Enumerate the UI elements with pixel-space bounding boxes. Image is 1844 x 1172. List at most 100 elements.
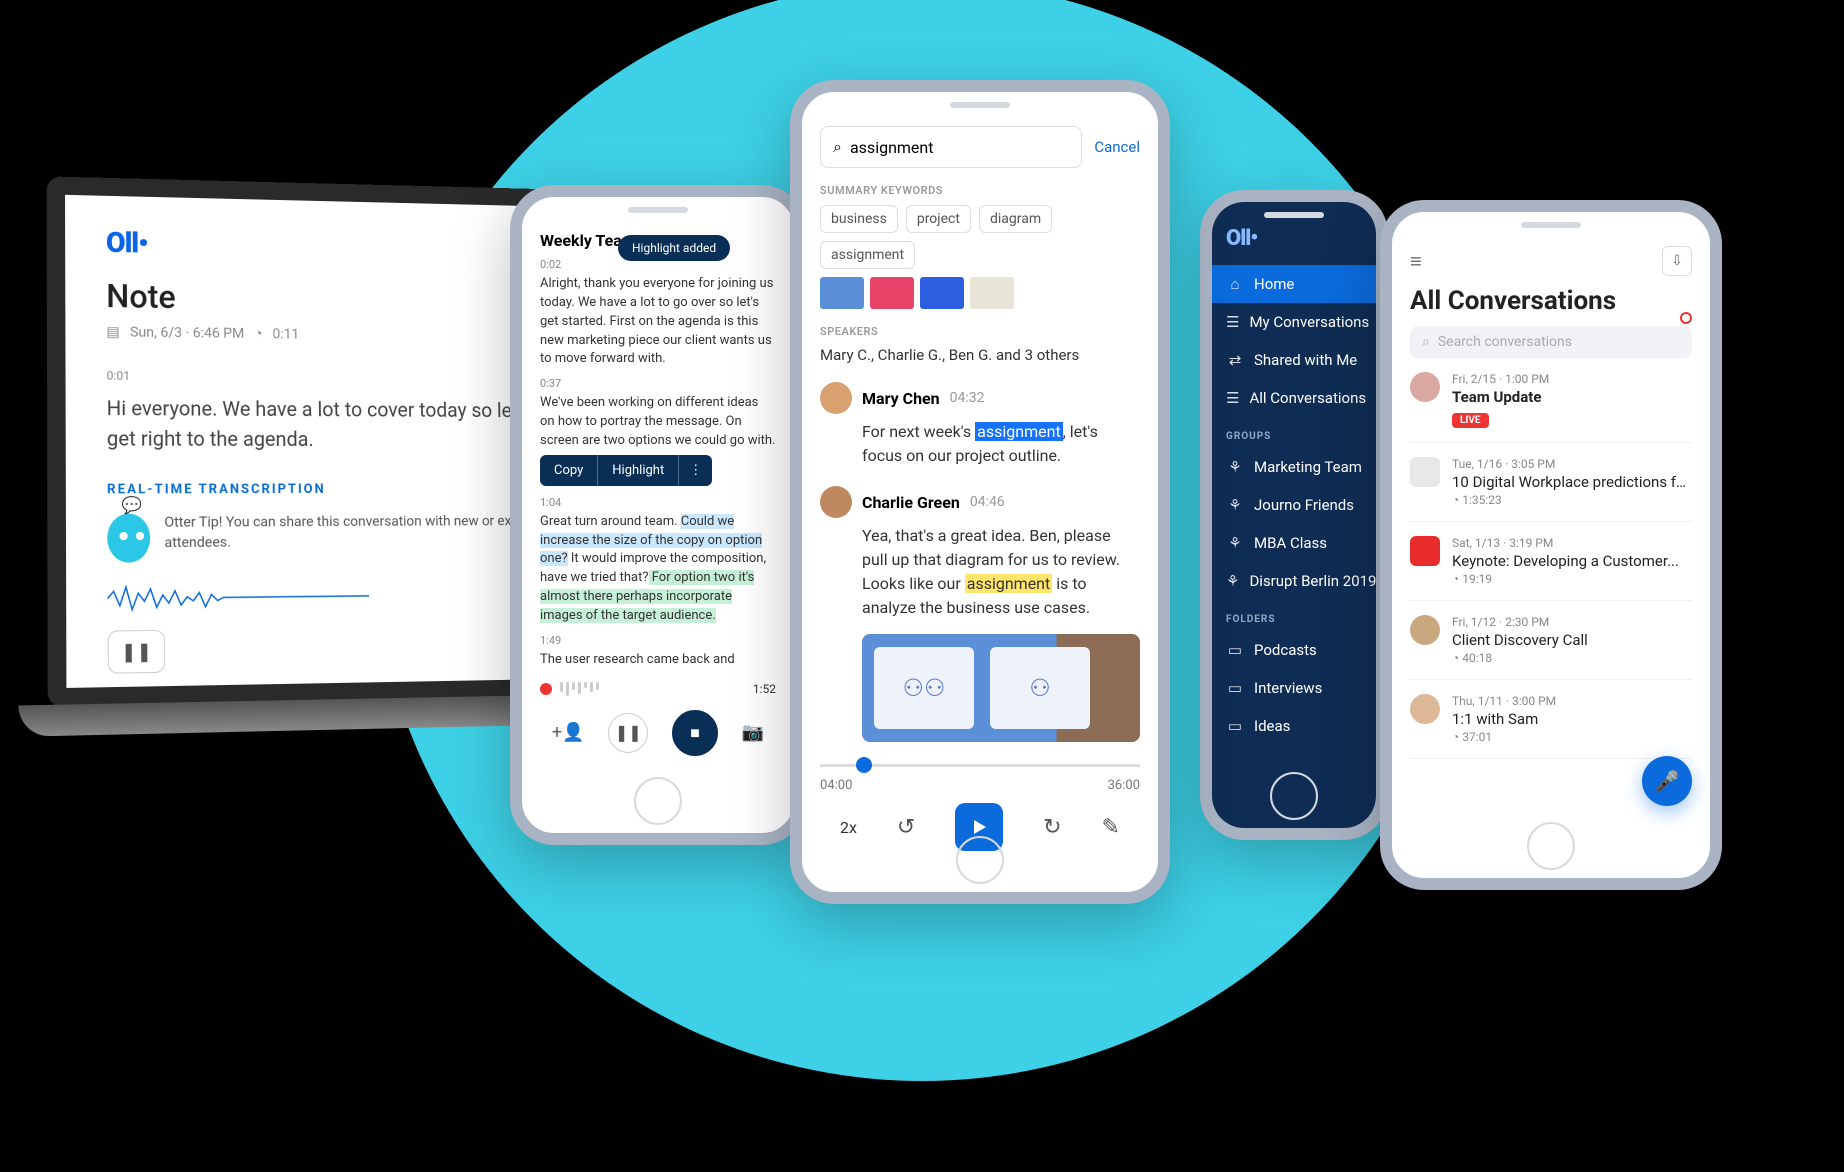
keyword-chip[interactable]: assignment <box>820 241 915 269</box>
thumbnail[interactable] <box>820 277 864 309</box>
conversation-item[interactable]: Tue, 1/16 · 3:05 PM10 Digital Workplace … <box>1410 443 1692 522</box>
menu-icon[interactable]: ≡ <box>1410 249 1422 274</box>
nav-icon: ⚘ <box>1226 458 1244 476</box>
message-body: For next week's assignment, let's focus … <box>862 420 1140 468</box>
nav-icon: ☰ <box>1226 313 1239 331</box>
highlight-tool-icon[interactable]: ✎ <box>1102 815 1120 840</box>
search-input[interactable] <box>850 138 1069 157</box>
speakers-list: Mary C., Charlie G., Ben G. and 3 others <box>820 346 1140 364</box>
app-logo: Oll• <box>1226 226 1376 251</box>
import-icon[interactable]: ⇩ <box>1662 246 1692 276</box>
transcript-segment[interactable]: Alright, thank you everyone for joining … <box>540 275 776 369</box>
thumbnail[interactable] <box>920 277 964 309</box>
thumbnail[interactable] <box>970 277 1014 309</box>
tip-text: Otter Tip! You can share this conversati… <box>164 512 555 553</box>
search-icon: ⌕ <box>1422 334 1430 350</box>
nav-label: All Conversations <box>1249 389 1366 407</box>
group-item[interactable]: ⚘Marketing Team <box>1212 448 1376 486</box>
group-item[interactable]: ⚘MBA Class <box>1212 524 1376 562</box>
keyword-chip[interactable]: business <box>820 205 898 233</box>
segment-timestamp: 0:37 <box>540 377 776 390</box>
keyword-chip[interactable]: diagram <box>979 205 1052 233</box>
keywords-label: SUMMARY KEYWORDS <box>820 184 1140 197</box>
app-logo: Oll• <box>106 226 550 267</box>
time-end: 36:00 <box>1108 778 1140 793</box>
nav-label: Interviews <box>1254 679 1322 697</box>
search-icon: ⌕ <box>833 137 842 157</box>
conversation-item[interactable]: Fri, 1/12 · 2:30 PM Client Discovery Call… <box>1410 601 1692 680</box>
camera-icon[interactable]: 📷 <box>742 722 764 743</box>
group-item[interactable]: ⚘Disrupt Berlin 2019 <box>1212 562 1376 600</box>
sidebar-item[interactable]: ☰ My Conversations <box>1212 303 1376 341</box>
otter-mascot-icon <box>107 514 150 563</box>
sidebar-item[interactable]: ⌂Home <box>1212 265 1376 303</box>
groups-label: GROUPS <box>1212 417 1376 448</box>
folder-item[interactable]: ▭Ideas <box>1212 707 1376 745</box>
nav-label: Podcasts <box>1254 641 1317 659</box>
nav-icon: ⚘ <box>1226 534 1244 552</box>
recording-row: 1:52 <box>540 682 776 696</box>
transcript-segment[interactable]: The user research came back and <box>540 651 776 670</box>
conversation-duration: ◔ 40:18 <box>1452 651 1692 665</box>
diagram-panel: ⚇⚇ <box>874 647 974 729</box>
conversation-item[interactable]: Sat, 1/13 · 3:19 PMKeynote: Developing a… <box>1410 522 1692 601</box>
conversation-meta: Fri, 1/12 · 2:30 PM <box>1452 615 1692 629</box>
note-duration: 0:11 <box>272 326 299 342</box>
playback-scrubber[interactable] <box>820 756 1140 776</box>
folder-item[interactable]: ▭ Interviews <box>1212 669 1376 707</box>
thumbnails <box>820 277 1140 309</box>
attached-image[interactable]: ⚇⚇ ⚇ <box>862 634 1140 742</box>
conversation-item[interactable]: Fri, 2/15 · 1:00 PMTeam UpdateLIVE <box>1410 358 1692 443</box>
cancel-button[interactable]: Cancel <box>1094 138 1140 156</box>
keyword-chip[interactable]: project <box>906 205 971 233</box>
stop-button[interactable]: ■ <box>672 710 718 756</box>
live-badge: LIVE <box>1452 413 1489 428</box>
pause-button[interactable]: ❚❚ <box>108 630 166 674</box>
conversation-duration: ◔ 1:35:23 <box>1452 493 1692 507</box>
message[interactable]: Mary Chen04:32For next week's assignment… <box>820 382 1140 468</box>
folder-item[interactable]: ▭Podcasts <box>1212 631 1376 669</box>
nav-label: Ideas <box>1254 717 1290 735</box>
thumbnail[interactable] <box>870 277 914 309</box>
transcript-segment[interactable]: We've been working on different ideas on… <box>540 394 776 451</box>
segment-timestamp: 1:49 <box>540 634 776 647</box>
speaker-name: Mary Chen <box>862 389 940 408</box>
phone-transcript: Weekly Team Sync Highlight added 0:02Alr… <box>510 185 806 845</box>
record-dot-icon <box>540 683 552 695</box>
conversation-meta: Tue, 1/16 · 3:05 PM <box>1452 457 1692 471</box>
note-title: Note <box>106 277 551 321</box>
group-item[interactable]: ⚘Journo Friends <box>1212 486 1376 524</box>
rewind-icon[interactable]: ↺ <box>897 815 915 840</box>
sidebar-item[interactable]: ⇄Shared with Me <box>1212 341 1376 379</box>
nav-label: My Conversations <box>1249 313 1369 331</box>
avatar <box>1410 536 1440 566</box>
realtime-label: REAL-TIME TRANSCRIPTION <box>107 482 555 498</box>
nav-icon: ▭ <box>1226 679 1244 697</box>
sidebar-item[interactable]: ☰All Conversations <box>1212 379 1376 417</box>
note-date: Sun, 6/3 · 6:46 PM <box>130 324 244 341</box>
transcript-segment[interactable]: Great turn around team. Could we increas… <box>540 513 776 626</box>
phone-search: ⌕ Cancel SUMMARY KEYWORDS business projec… <box>790 80 1170 904</box>
conversation-item[interactable]: Thu, 1/11 · 3:00 PM1:1 with Sam◔ 37:01 <box>1410 680 1692 759</box>
record-button[interactable]: 🎤 <box>1642 756 1692 806</box>
add-person-icon[interactable]: +👤 <box>552 722 585 743</box>
diagram-panel: ⚇ <box>990 647 1090 729</box>
tip-box: Otter Tip! You can share this conversati… <box>107 512 556 563</box>
volume-bars <box>560 682 599 696</box>
more-icon[interactable]: ⋮ <box>679 455 712 486</box>
avatar <box>820 486 852 518</box>
message[interactable]: Charlie Green04:46Yea, that's a great id… <box>820 486 1140 620</box>
highlight-button[interactable]: Highlight <box>598 455 679 486</box>
avatar <box>1410 372 1440 402</box>
conversation-title: Client Discovery Call <box>1452 631 1692 649</box>
copy-button[interactable]: Copy <box>540 455 598 486</box>
search-input[interactable]: ⌕ Search conversations <box>1410 326 1692 358</box>
recording-indicator-icon <box>1680 312 1692 324</box>
play-button[interactable] <box>955 803 1003 851</box>
avatar <box>1410 457 1440 487</box>
pause-button[interactable]: ❚❚ <box>608 713 648 753</box>
speed-button[interactable]: 2x <box>840 818 857 837</box>
forward-icon[interactable]: ↻ <box>1043 815 1061 840</box>
search-box[interactable]: ⌕ <box>820 126 1082 168</box>
page-title: All Conversations <box>1410 286 1692 316</box>
